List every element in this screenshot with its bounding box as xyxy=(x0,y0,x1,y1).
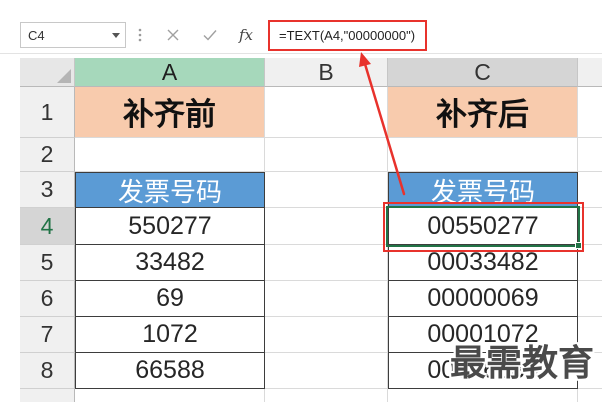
select-all-triangle-icon xyxy=(57,69,71,83)
cell-a3[interactable]: 发票号码 xyxy=(75,172,265,208)
cell-d6[interactable] xyxy=(578,281,602,317)
cell-b1[interactable] xyxy=(265,87,388,138)
cell-c6[interactable]: 00000069 xyxy=(388,281,578,317)
cell-c3[interactable]: 发票号码 xyxy=(388,172,578,208)
cell-d1[interactable] xyxy=(578,87,602,138)
check-icon[interactable] xyxy=(198,22,222,48)
column-header-a[interactable]: A xyxy=(75,58,265,87)
cell-c4[interactable]: 00550277 xyxy=(388,208,578,245)
insert-function-button[interactable]: fx xyxy=(232,22,260,48)
cell-a6[interactable]: 69 xyxy=(75,281,265,317)
cell-a8[interactable]: 66588 xyxy=(75,353,265,389)
row-header-partial[interactable] xyxy=(20,389,75,402)
cell-a7[interactable]: 1072 xyxy=(75,317,265,353)
cell-b8[interactable] xyxy=(265,353,388,389)
cell-c1[interactable]: 补齐后 xyxy=(388,87,578,138)
close-icon[interactable] xyxy=(161,22,185,48)
cell-b3[interactable] xyxy=(265,172,388,208)
column-header-partial[interactable] xyxy=(578,58,602,87)
cell-d5[interactable] xyxy=(578,245,602,281)
cell-c2[interactable] xyxy=(388,138,578,172)
cell-d2[interactable] xyxy=(578,138,602,172)
cell-b7[interactable] xyxy=(265,317,388,353)
cell-a5[interactable]: 33482 xyxy=(75,245,265,281)
name-box[interactable]: C4 xyxy=(20,22,126,48)
row-header-2[interactable]: 2 xyxy=(20,138,75,172)
cell-d4[interactable] xyxy=(578,208,602,245)
row-header-3[interactable]: 3 xyxy=(20,172,75,208)
cell-b4[interactable] xyxy=(265,208,388,245)
select-all-button[interactable] xyxy=(20,58,75,87)
cell-a4[interactable]: 550277 xyxy=(75,208,265,245)
cell-b6[interactable] xyxy=(265,281,388,317)
row-header-6[interactable]: 6 xyxy=(20,281,75,317)
cell-c5[interactable]: 00033482 xyxy=(388,245,578,281)
cell-partial-d[interactable] xyxy=(578,389,602,402)
row-header-8[interactable]: 8 xyxy=(20,353,75,389)
row-header-5[interactable]: 5 xyxy=(20,245,75,281)
fill-handle[interactable] xyxy=(575,242,582,249)
cell-b2[interactable] xyxy=(265,138,388,172)
column-header-b[interactable]: B xyxy=(265,58,388,87)
vertical-dots-icon[interactable] xyxy=(132,22,148,48)
cell-partial-a[interactable] xyxy=(75,389,265,402)
name-box-value: C4 xyxy=(28,27,45,43)
column-header-c[interactable]: C xyxy=(388,58,578,87)
watermark-logo: 最需教育 xyxy=(450,343,595,384)
row-header-7[interactable]: 7 xyxy=(20,317,75,353)
row-header-1[interactable]: 1 xyxy=(20,87,75,138)
cell-b5[interactable] xyxy=(265,245,388,281)
cell-d3[interactable] xyxy=(578,172,602,208)
cell-partial-c[interactable] xyxy=(388,389,578,402)
cell-a1[interactable]: 补齐前 xyxy=(75,87,265,138)
chevron-down-icon[interactable] xyxy=(107,23,125,47)
formula-input[interactable]: =TEXT(A4,"00000000") xyxy=(268,20,427,51)
cell-a2[interactable] xyxy=(75,138,265,172)
formula-bar-divider xyxy=(0,53,602,54)
cell-partial-b[interactable] xyxy=(265,389,388,402)
row-header-4[interactable]: 4 xyxy=(20,208,75,245)
